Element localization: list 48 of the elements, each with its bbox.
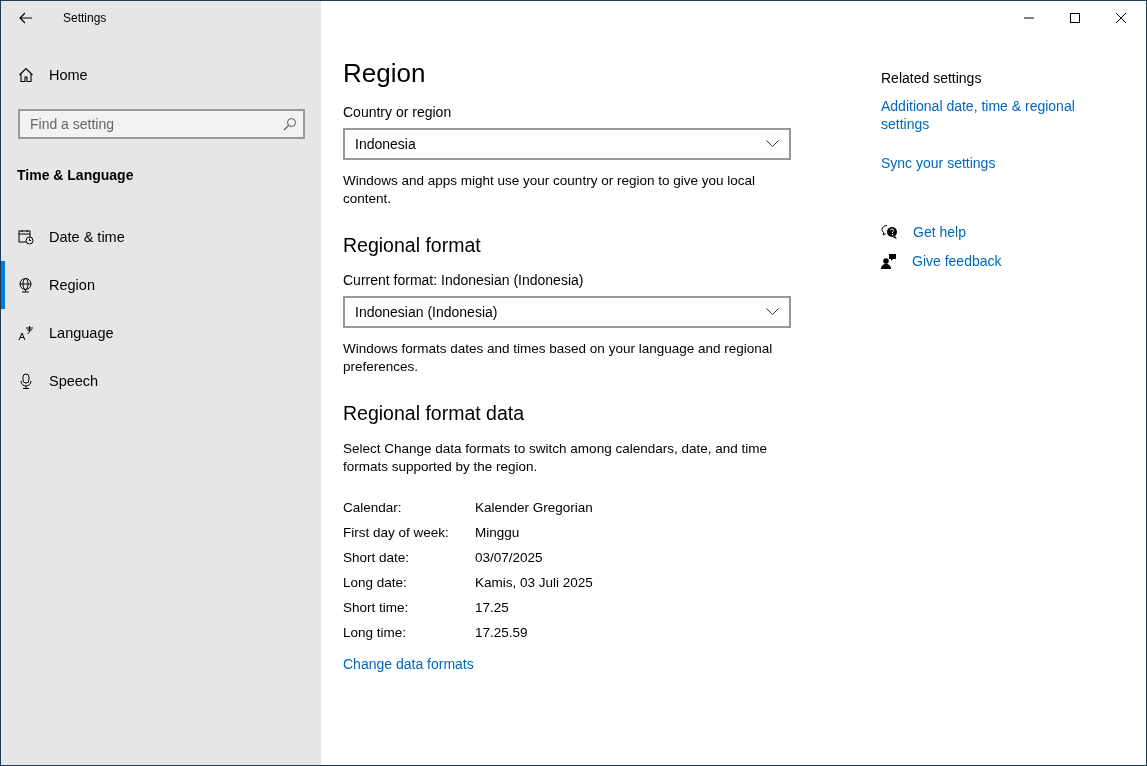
format-dropdown[interactable]: Indonesian (Indonesia) (343, 296, 791, 328)
format-label: Long time: (343, 625, 408, 640)
format-value: Kamis, 03 Juli 2025 (475, 575, 593, 590)
field-label: Current format: Indonesian (Indonesia) (343, 272, 585, 288)
format-label: Short date: (343, 550, 411, 565)
nav-item[interactable]: Date & time (1, 213, 321, 261)
search-icon (283, 117, 297, 131)
format-value: Minggu (475, 525, 520, 540)
home-icon (18, 67, 34, 83)
description: Windows formats dates and times based on your language and regional preferences. (343, 340, 774, 376)
feedback-person-icon (881, 253, 897, 269)
search-field[interactable]: Find a setting (18, 109, 305, 139)
format-value: 03/07/2025 (475, 550, 543, 565)
calendar-clock-icon (18, 229, 34, 245)
section-title: Time & Language (17, 167, 135, 183)
window-title: Settings (63, 11, 107, 25)
format-value: Kalender Gregorian (475, 500, 593, 515)
nav-item[interactable]: Language (1, 309, 321, 357)
section-heading: Regional format data (343, 401, 526, 426)
format-label: Long date: (343, 575, 408, 590)
country-dropdown[interactable]: Indonesia (343, 128, 791, 160)
close-icon[interactable] (1116, 13, 1126, 23)
change-data-formats-link[interactable]: Change data formats (343, 656, 793, 672)
chevron-down-icon (766, 140, 779, 148)
format-label: First day of week: (343, 525, 450, 540)
help-link[interactable]: Get help (913, 224, 966, 240)
field-label: Country or region (343, 104, 453, 120)
back-arrow-icon[interactable] (19, 12, 33, 24)
chevron-down-icon (766, 308, 779, 316)
maximize-icon[interactable] (1070, 13, 1080, 23)
globe-icon (18, 277, 34, 293)
language-icon (18, 325, 34, 341)
microphone-icon (18, 373, 34, 389)
nav-item[interactable]: Speech (1, 357, 321, 405)
description: Select Change data formats to switch among calendars, date, and time formats supported by the region. (343, 440, 768, 476)
format-value: 17.25 (475, 600, 509, 615)
help-link[interactable]: Give feedback (912, 253, 1002, 269)
related-link[interactable]: Sync your settings (881, 154, 1096, 172)
home-link[interactable]: Home (1, 57, 321, 93)
description: Windows and apps might use your country or region to give you local content. (343, 172, 756, 208)
section-heading: Regional format (343, 233, 482, 258)
format-value: 17.25.59 (475, 625, 528, 640)
related-heading: Related settings (881, 70, 983, 86)
help-icon (881, 224, 898, 240)
page-title: Region (343, 57, 427, 89)
related-link[interactable]: Additional date, time & regional settings (881, 97, 1096, 133)
format-label: Calendar: (343, 500, 403, 515)
format-label: Short time: (343, 600, 410, 615)
